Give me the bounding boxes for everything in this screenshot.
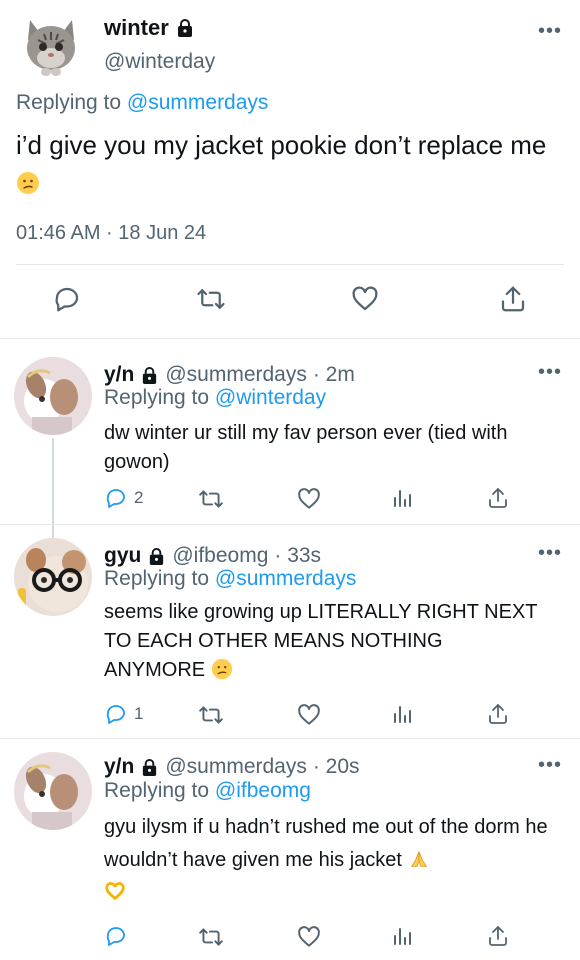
reply-count: 1 [134, 704, 144, 723]
reply-action-bar: 1 [0, 702, 580, 732]
relative-time[interactable]: · 20s [313, 755, 360, 779]
reply-button[interactable]: 1 [104, 702, 143, 726]
views-icon[interactable] [390, 924, 414, 948]
handle[interactable]: @winterday [104, 50, 215, 74]
tweet-text-content: i’d give you my jacket pookie don’t repl… [16, 130, 547, 160]
confused-face-emoji [211, 658, 233, 680]
divider [16, 264, 564, 265]
handle[interactable]: @summerdays [165, 755, 307, 779]
section-divider [0, 738, 580, 739]
reply-count: 2 [134, 488, 144, 507]
reply-icon [104, 702, 128, 726]
reply-tweet: gyu @ifbeomg · 33s ••• Replying to @summ… [0, 536, 580, 736]
heart-icon[interactable] [350, 284, 380, 314]
reply-header: gyu @ifbeomg · 33s [104, 544, 321, 568]
views-icon[interactable] [390, 486, 414, 510]
avatar-winter[interactable] [16, 10, 86, 80]
display-name[interactable]: winter [104, 15, 195, 41]
reply-icon [104, 486, 128, 510]
more-icon[interactable]: ••• [538, 754, 562, 777]
replying-prefix: Replying to [104, 386, 210, 409]
reply-text: seems like growing up LITERALLY RIGHT NE… [104, 598, 544, 685]
reply-icon [104, 924, 128, 948]
reply-action-bar: 2 [0, 486, 580, 516]
more-icon[interactable]: ••• [538, 542, 562, 565]
lock-icon [140, 366, 159, 385]
replying-to: Replying to @summerdays [16, 91, 268, 115]
replying-prefix: Replying to [104, 567, 210, 590]
display-name-text[interactable]: winter [104, 15, 169, 41]
retweet-icon[interactable] [196, 284, 226, 314]
main-tweet: winter @winterday ••• Replying to @summe… [0, 0, 580, 338]
more-icon[interactable]: ••• [538, 361, 562, 384]
replying-to-link[interactable]: @summerdays [215, 567, 357, 590]
share-icon[interactable] [486, 702, 510, 726]
display-name[interactable]: y/n [104, 755, 134, 779]
replying-prefix: Replying to [104, 779, 210, 802]
main-action-bar [0, 280, 580, 324]
avatar-gyu[interactable] [14, 538, 92, 616]
section-divider [0, 338, 580, 339]
reply-header: y/n @summerdays · 2m [104, 363, 355, 387]
handle[interactable]: @summerdays [165, 363, 307, 387]
display-name[interactable]: gyu [104, 544, 141, 568]
replying-to-link[interactable]: @summerdays [127, 91, 269, 114]
lock-icon [140, 758, 159, 777]
reply-button[interactable] [104, 924, 134, 948]
replying-prefix: Replying to [16, 91, 122, 114]
display-name[interactable]: y/n [104, 363, 134, 387]
confused-face-emoji [16, 171, 40, 195]
heart-hands-emoji [104, 881, 126, 903]
replying-to: Replying to @ifbeomg [104, 779, 311, 803]
reply-header: y/n @summerdays · 20s [104, 755, 360, 779]
reply-icon[interactable] [52, 284, 82, 314]
replying-to-link[interactable]: @ifbeomg [215, 779, 311, 802]
share-icon[interactable] [486, 486, 510, 510]
handle[interactable]: @ifbeomg [172, 544, 268, 568]
share-icon[interactable] [486, 924, 510, 948]
relative-time[interactable]: · 2m [313, 363, 355, 387]
replying-to: Replying to @summerdays [104, 567, 356, 591]
more-icon[interactable]: ••• [538, 20, 562, 43]
reply-text: gyu ilysm if u hadn’t rushed me out of t… [104, 811, 564, 910]
replying-to: Replying to @winterday [104, 386, 326, 410]
heart-icon[interactable] [296, 702, 322, 728]
lock-icon [175, 18, 195, 38]
share-icon[interactable] [498, 284, 528, 314]
retweet-icon[interactable] [198, 486, 224, 512]
reply-text-content: seems like growing up LITERALLY RIGHT NE… [104, 601, 538, 681]
folded-hands-emoji [408, 848, 430, 870]
tweet-text: i’d give you my jacket pookie don’t repl… [16, 127, 566, 201]
reply-tweet: y/n @summerdays · 2m ••• Replying to @wi… [0, 355, 580, 525]
tweet-timestamp[interactable]: 01:46 AM · 18 Jun 24 [16, 222, 206, 245]
reply-text: dw winter ur still my fav person ever (t… [104, 422, 508, 473]
relative-time[interactable]: · 33s [274, 544, 321, 568]
avatar-yn[interactable] [14, 752, 92, 830]
retweet-icon[interactable] [198, 702, 224, 728]
lock-icon [147, 547, 166, 566]
retweet-icon[interactable] [198, 924, 224, 950]
replying-to-link[interactable]: @winterday [215, 386, 326, 409]
avatar-yn[interactable] [14, 357, 92, 435]
reply-tweet: y/n @summerdays · 20s ••• Replying to @i… [0, 750, 580, 960]
views-icon[interactable] [390, 702, 414, 726]
heart-icon[interactable] [296, 924, 322, 950]
reply-text-content: gyu ilysm if u hadn’t rushed me out of t… [104, 816, 548, 871]
reply-button[interactable]: 2 [104, 486, 143, 510]
heart-icon[interactable] [296, 486, 322, 512]
reply-action-bar [0, 924, 580, 954]
section-divider [0, 524, 580, 525]
